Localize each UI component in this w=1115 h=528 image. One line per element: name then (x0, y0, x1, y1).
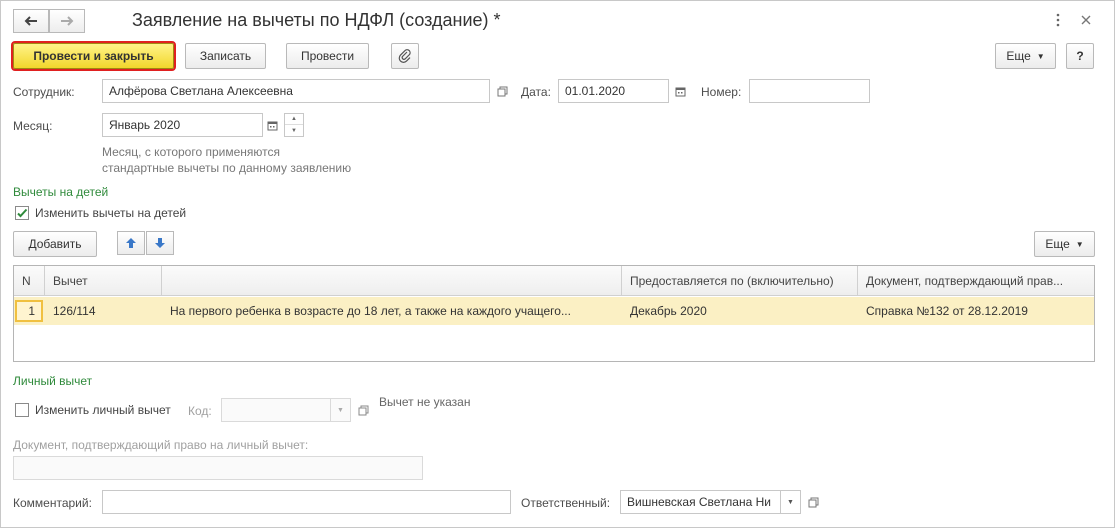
open-icon (497, 86, 507, 96)
month-hint: Месяц, с которого применяются стандартны… (102, 144, 351, 176)
responsible-label: Ответственный: (521, 496, 611, 510)
personal-document-label: Документ, подтверждающий право на личный… (13, 438, 309, 452)
post-button[interactable]: Провести (286, 43, 369, 69)
date-label: Дата: (521, 85, 551, 99)
open-icon (358, 405, 368, 415)
column-header-description[interactable] (162, 266, 622, 296)
column-header-code[interactable]: Вычет (45, 266, 162, 296)
save-button[interactable]: Записать (185, 43, 266, 69)
dropdown-arrow-icon: ▼ (1075, 239, 1084, 249)
open-icon (808, 497, 818, 507)
change-personal-label: Изменить личный вычет (35, 403, 171, 417)
code-dropdown-button[interactable]: ▼ (331, 398, 351, 422)
employee-field[interactable]: Алфёрова Светлана Алексеевна (102, 79, 490, 103)
close-icon[interactable] (1079, 13, 1093, 27)
change-children-label: Изменить вычеты на детей (35, 206, 187, 220)
page-title: Заявление на вычеты по НДФЛ (создание) * (132, 10, 501, 30)
table-more-label: Еще (1045, 237, 1070, 251)
row-until[interactable]: Декабрь 2020 (622, 297, 858, 325)
change-children-checkbox[interactable] (15, 206, 29, 220)
forward-button[interactable] (49, 9, 85, 33)
employee-label: Сотрудник: (13, 85, 75, 99)
date-field[interactable]: 01.01.2020 (558, 79, 669, 103)
month-field[interactable]: Январь 2020 (102, 113, 263, 137)
deduction-not-specified: Вычет не указан (379, 395, 471, 409)
calendar-icon (267, 121, 277, 130)
stepper-down-icon[interactable]: ▼ (285, 125, 303, 136)
back-button[interactable] (13, 9, 49, 33)
add-button[interactable]: Добавить (13, 231, 97, 257)
responsible-dropdown-button[interactable]: ▼ (781, 490, 801, 514)
change-personal-checkbox[interactable] (15, 403, 29, 417)
month-calendar-button[interactable] (262, 113, 282, 137)
date-calendar-button[interactable] (670, 79, 690, 103)
calendar-icon (675, 87, 685, 96)
month-hint-line2: стандартные вычеты по данному заявлению (102, 161, 352, 175)
children-section-title: Вычеты на детей (13, 185, 109, 199)
row-description[interactable]: На первого ребенка в возрасте до 18 лет,… (162, 297, 622, 325)
arrow-up-icon (126, 238, 136, 248)
children-deductions-table[interactable]: N Вычет Предоставляется по (включительно… (13, 265, 1095, 362)
row-document[interactable]: Справка №132 от 28.12.2019 (858, 297, 1094, 325)
more-button[interactable]: Еще ▼ (995, 43, 1056, 69)
more-button-label: Еще (1006, 49, 1031, 63)
post-and-close-button[interactable]: Провести и закрыть (11, 41, 176, 71)
row-code[interactable]: 126/114 (45, 297, 162, 325)
more-menu-icon[interactable] (1052, 12, 1064, 28)
column-header-n[interactable]: N (14, 266, 45, 296)
column-header-document[interactable]: Документ, подтверждающий прав... (858, 266, 1094, 296)
personal-document-field[interactable] (13, 456, 423, 480)
dropdown-arrow-icon: ▼ (1036, 51, 1045, 61)
month-hint-line1: Месяц, с которого применяются (102, 145, 280, 159)
arrow-down-icon (155, 238, 165, 248)
move-up-button[interactable] (117, 231, 145, 255)
open-code-button[interactable] (353, 398, 373, 422)
dropdown-arrow-icon: ▼ (337, 406, 344, 414)
code-label: Код: (188, 404, 212, 418)
stepper-up-icon[interactable]: ▲ (285, 114, 303, 125)
column-header-until[interactable]: Предоставляется по (включительно) (622, 266, 858, 296)
number-field[interactable] (749, 79, 870, 103)
table-row[interactable]: 1 126/114 На первого ребенка в возрасте … (14, 297, 1094, 325)
table-header: N Вычет Предоставляется по (включительно… (14, 266, 1094, 296)
open-responsible-button[interactable] (803, 490, 823, 514)
number-label: Номер: (701, 85, 742, 99)
open-employee-button[interactable] (492, 79, 512, 103)
comment-field[interactable] (102, 490, 511, 514)
responsible-field[interactable]: Вишневская Светлана Ни (620, 490, 781, 514)
month-label: Месяц: (13, 119, 53, 133)
row-number[interactable]: 1 (15, 300, 43, 322)
month-stepper[interactable]: ▲ ▼ (284, 113, 304, 137)
attach-button[interactable] (391, 43, 419, 69)
table-more-button[interactable]: Еще ▼ (1034, 231, 1095, 257)
code-field[interactable] (221, 398, 331, 422)
arrow-right-icon (61, 16, 74, 26)
comment-label: Комментарий: (13, 496, 92, 510)
checkmark-icon (17, 208, 28, 218)
move-down-button[interactable] (146, 231, 174, 255)
help-button[interactable]: ? (1066, 43, 1094, 69)
paperclip-icon (398, 49, 411, 63)
dropdown-arrow-icon: ▼ (787, 498, 794, 506)
arrow-left-icon (24, 16, 37, 26)
personal-section-title: Личный вычет (13, 374, 93, 388)
